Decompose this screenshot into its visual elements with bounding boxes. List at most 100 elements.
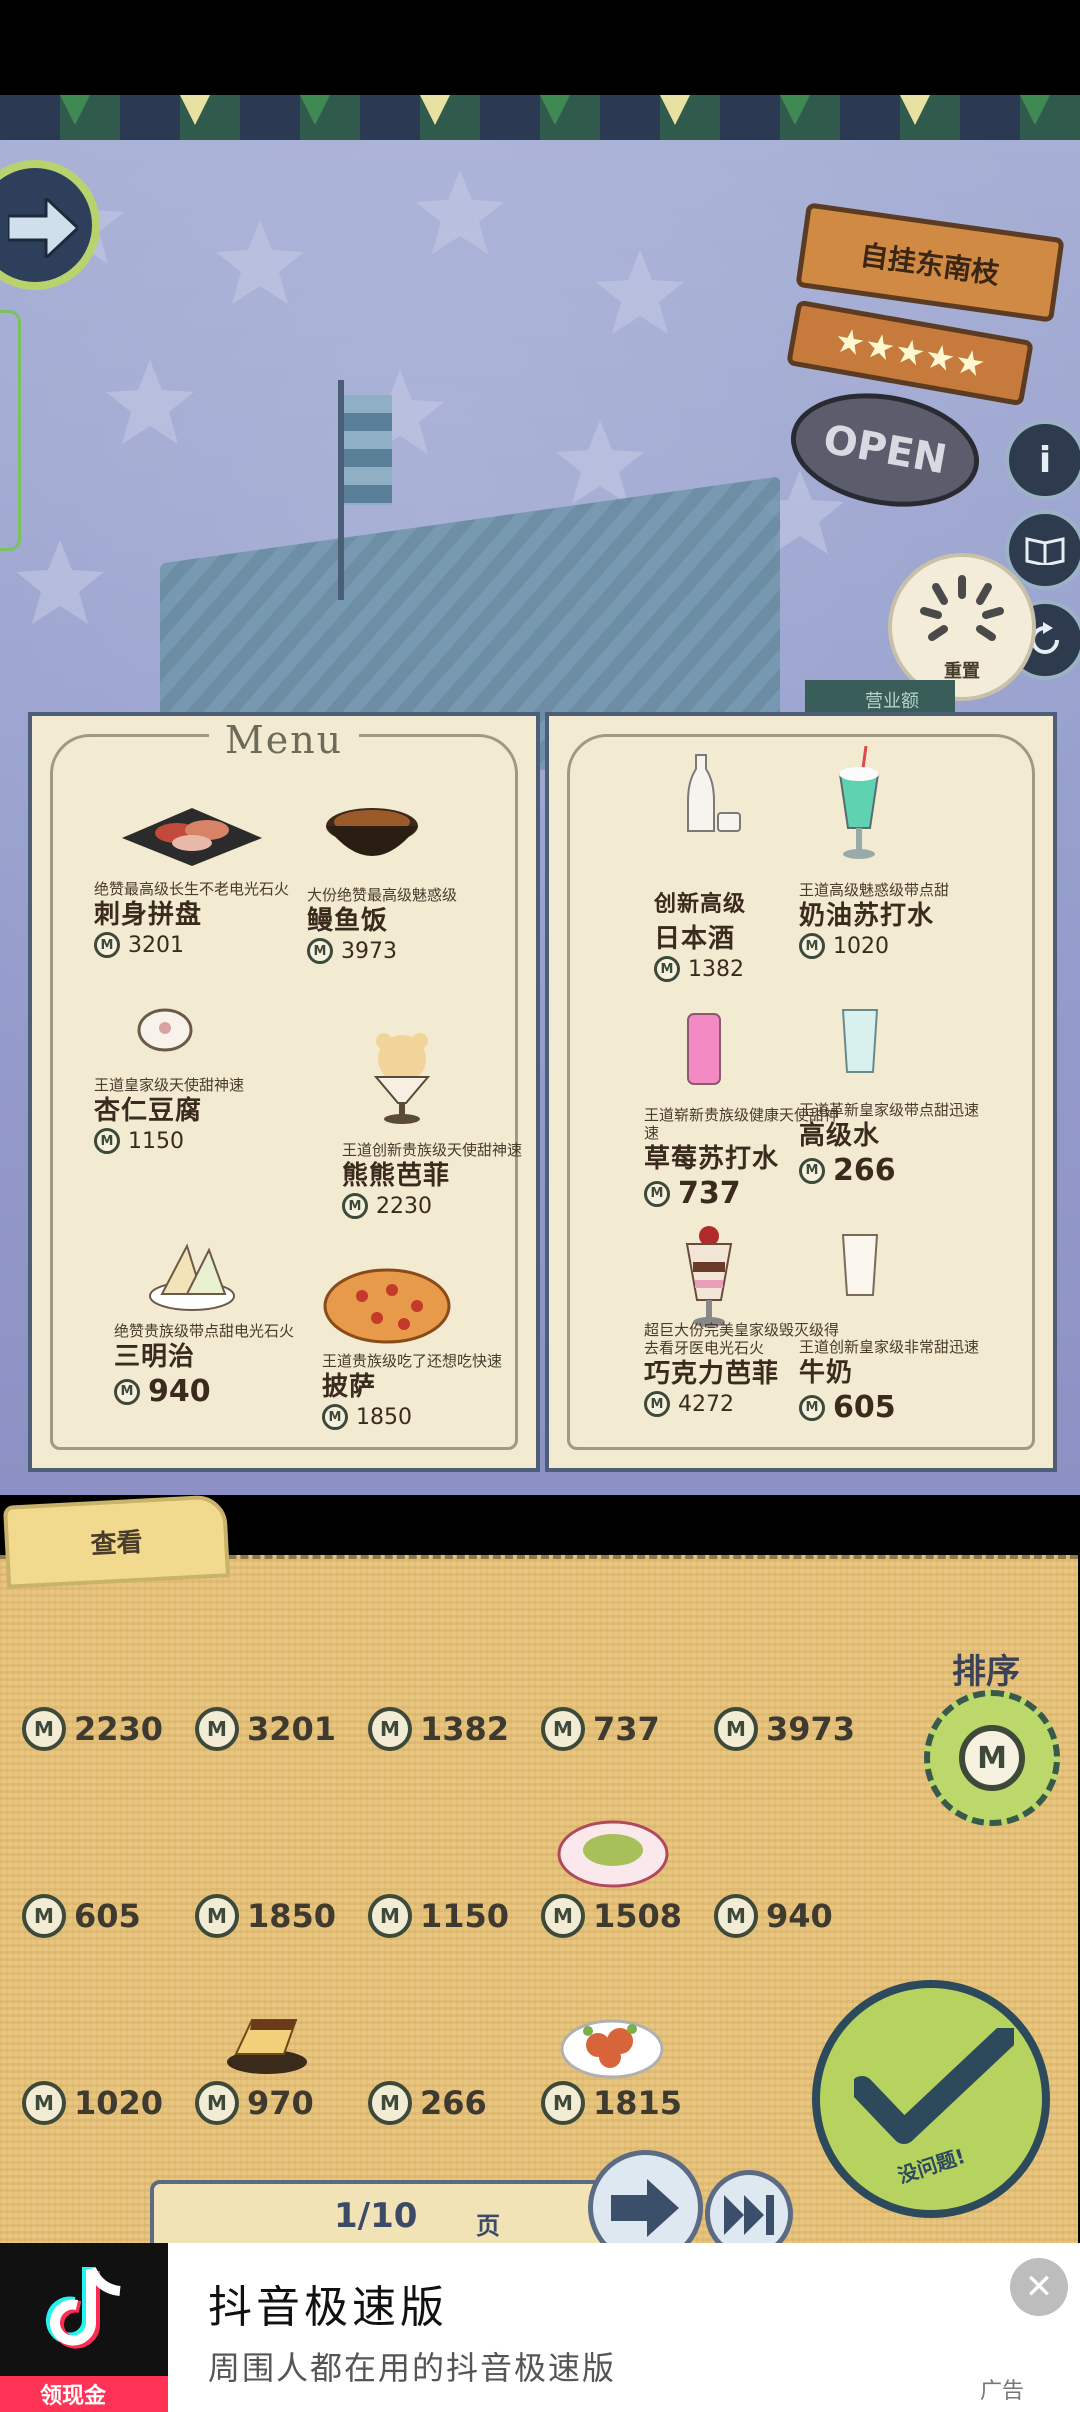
arrow-right-icon <box>8 198 78 258</box>
sort-button[interactable] <box>924 1690 1060 1826</box>
coin-icon <box>714 1707 758 1751</box>
ad-banner[interactable]: 领现金 抖音极速版 周围人都在用的抖音极速版 ✕ 广告 <box>0 2243 1080 2412</box>
menu-item[interactable]: 王道皇家级天使甜神速 杏仁豆腐 1150 <box>94 1076 294 1154</box>
tray-price-slot[interactable]: 1508 <box>541 1894 682 1938</box>
item-price: 940 <box>114 1374 314 1409</box>
bear-parfait-icon <box>373 1033 431 1124</box>
menu-item[interactable]: 王道创新贵族级天使甜神速 熊熊芭菲 2230 <box>342 1141 542 1219</box>
coin-icon <box>114 1378 140 1405</box>
tray-price-slot[interactable]: 1382 <box>368 1707 509 1751</box>
item-desc: 绝赞最高级长生不老电光石火 <box>94 880 290 898</box>
page-number: 1/10 <box>334 2196 418 2236</box>
menu-item[interactable]: 王道创新皇家级非常甜迅速 牛奶 605 <box>799 1338 999 1425</box>
tray-price-slot[interactable]: 737 <box>541 1707 660 1751</box>
tray-price-slot[interactable]: 1150 <box>368 1894 509 1938</box>
coin-icon <box>644 1180 670 1207</box>
item-desc: 绝赞贵族级带点甜电光石火 <box>114 1322 295 1340</box>
reset-button[interactable]: 重置 <box>888 553 1036 701</box>
item-price: 1382 <box>654 956 854 982</box>
item-price: 3201 <box>94 932 294 958</box>
coin-icon <box>799 933 825 959</box>
menu-item[interactable]: 大份绝赞最高级魅惑级 鳗鱼饭 3973 <box>307 886 507 964</box>
coin-icon <box>368 1707 412 1751</box>
item-name: 刺身拼盘 <box>94 900 203 930</box>
menu-item[interactable]: 绝赞贵族级带点甜电光石火 三明治 940 <box>114 1322 314 1409</box>
side-drawer-handle[interactable] <box>0 310 21 551</box>
stuffed-cabbage-dish-icon <box>557 1820 669 1888</box>
coin-icon <box>799 1157 825 1184</box>
item-price: 1850 <box>322 1404 522 1430</box>
menu-item[interactable]: 王道革新皇家级带点甜迅速 高级水 266 <box>799 1101 999 1188</box>
sandwich-icon <box>149 1243 235 1311</box>
fried-chicken-dish-icon <box>560 2019 664 2079</box>
coin-icon <box>654 956 680 982</box>
almond-tofu-icon <box>137 1008 193 1052</box>
menu-panel-food: Menu 绝赞最高级长生不老电光石火 刺身拼盘 3201 大份绝赞最高级魅惑级 … <box>28 712 540 1472</box>
pizza-icon <box>323 1268 451 1344</box>
chocolate-parfait-icon <box>685 1226 733 1327</box>
bunting-decoration <box>0 95 1080 140</box>
koinobori-flag <box>344 395 392 505</box>
coin-icon <box>541 1894 585 1938</box>
item-name: 高级水 <box>799 1121 881 1151</box>
tray-price-slot[interactable]: 3201 <box>195 1707 336 1751</box>
fast-forward-icon <box>724 2195 774 2235</box>
ad-tag: 广告 <box>980 2379 1025 2404</box>
tray-price-slot[interactable]: 1020 <box>22 2081 163 2125</box>
item-price: 266 <box>799 1153 999 1188</box>
coin-icon <box>959 1725 1025 1791</box>
cream-soda-icon <box>838 746 880 859</box>
coin-icon <box>22 2081 66 2125</box>
item-desc: 王道创新皇家级非常甜迅速 <box>799 1338 980 1356</box>
item-price: 1150 <box>94 1128 294 1154</box>
tray-price-slot[interactable]: 940 <box>714 1894 833 1938</box>
tray-price-slot[interactable]: 266 <box>368 2081 487 2125</box>
page-unit: 页 <box>476 2212 500 2240</box>
item-price: 3973 <box>307 938 507 964</box>
tray-price-slot[interactable]: 970 <box>195 2081 314 2125</box>
loading-spinner-icon <box>920 575 1004 641</box>
coin-icon <box>368 2081 412 2125</box>
confirm-button[interactable]: 没问题! <box>812 1980 1050 2218</box>
pudding-cake-icon <box>227 2019 307 2074</box>
coin-icon <box>195 1894 239 1938</box>
tray-price-slot[interactable]: 1815 <box>541 2081 682 2125</box>
menu-item[interactable]: 王道高级魅惑级带点甜 奶油苏打水 1020 <box>799 881 999 959</box>
coin-icon <box>22 1707 66 1751</box>
item-name: 杏仁豆腐 <box>94 1096 203 1126</box>
item-price: 605 <box>799 1390 999 1425</box>
music-note-icon <box>46 2266 121 2349</box>
open-sign: OPEN <box>781 379 989 521</box>
tray-price-slot[interactable]: 3973 <box>714 1707 855 1751</box>
sort-label: 排序 <box>952 1652 1020 1692</box>
menu-item[interactable]: 绝赞最高级长生不老电光石火 刺身拼盘 3201 <box>94 880 294 958</box>
coin-icon <box>342 1193 368 1219</box>
item-desc: 王道革新皇家级带点甜迅速 <box>799 1101 980 1119</box>
info-icon[interactable]: i <box>1005 420 1080 500</box>
strawberry-soda-icon <box>687 1013 721 1085</box>
close-icon[interactable]: ✕ <box>1010 2258 1068 2316</box>
coin-icon <box>94 932 120 958</box>
item-name: 熊熊芭菲 <box>342 1161 451 1191</box>
coin-icon <box>368 1894 412 1938</box>
menu-title: Menu <box>32 718 536 762</box>
shop-name-sign: 自挂东南枝 <box>795 202 1065 323</box>
item-desc: 大份绝赞最高级魅惑级 <box>307 886 458 904</box>
coin-icon <box>644 1391 670 1417</box>
ad-title: 抖音极速版 <box>208 2282 448 2333</box>
coin-icon <box>195 1707 239 1751</box>
item-name: 牛奶 <box>799 1358 854 1388</box>
tray-price-slot[interactable]: 605 <box>22 1894 141 1938</box>
coin-icon <box>799 1394 825 1421</box>
tray-price-slot[interactable]: 2230 <box>22 1707 163 1751</box>
item-desc: 王道高级魅惑级带点甜 <box>799 881 950 899</box>
eel-rice-bowl-icon <box>326 808 418 856</box>
item-price: 1020 <box>799 933 999 959</box>
coin-icon <box>322 1404 348 1430</box>
tray-price-slot[interactable]: 1850 <box>195 1894 336 1938</box>
coin-icon <box>22 1894 66 1938</box>
milk-icon <box>841 1234 879 1296</box>
coin-icon <box>94 1128 120 1154</box>
view-tab[interactable]: 查看 <box>2 1494 231 1589</box>
menu-item[interactable]: 王道贵族级吃了还想吃快速 披萨 1850 <box>322 1352 522 1430</box>
